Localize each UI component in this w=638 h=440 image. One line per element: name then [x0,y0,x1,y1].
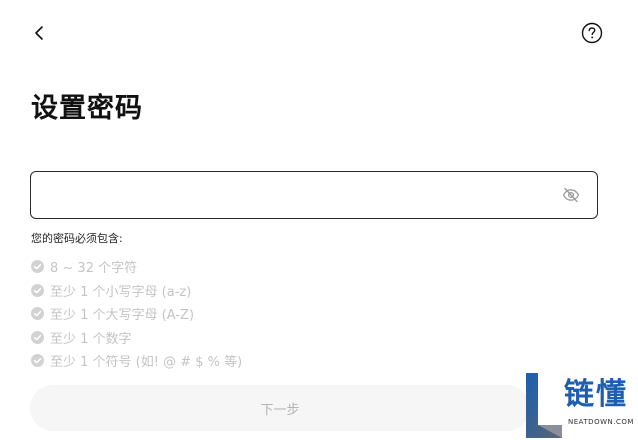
watermark-text: 链懂 [564,377,628,412]
requirement-label: 8 ~ 32 个字符 [50,261,138,277]
requirements-list: 8 ~ 32 个字符 至少 1 个小写字母 (a-z) 至少 1 个大写字母 (… [31,255,242,373]
requirement-label: 至少 1 个符号 (如! @ # $ % 等) [50,355,243,371]
help-button[interactable] [580,21,604,45]
page-title: 设置密码 [31,93,143,124]
watermark-subtext: NEATDOWN.COM [568,418,634,426]
requirement-label: 至少 1 个大写字母 (A-Z) [50,308,195,324]
requirements-heading: 您的密码必须包含: [31,232,123,245]
back-button[interactable] [26,20,52,46]
requirement-item: 至少 1 个小写字母 (a-z) [31,279,242,303]
requirement-item: 8 ~ 32 个字符 [31,255,242,279]
toggle-visibility-button[interactable] [561,185,581,205]
check-circle-icon [31,307,44,321]
next-button[interactable]: 下一步 [30,385,530,431]
check-circle-icon [31,330,44,344]
question-circle-icon [581,22,603,44]
requirement-item: 至少 1 个符号 (如! @ # $ % 等) [31,349,242,373]
requirement-label: 至少 1 个数字 [50,331,132,347]
eye-off-icon [562,187,580,203]
password-field[interactable] [30,171,598,219]
requirement-item: 至少 1 个数字 [31,326,242,350]
password-input[interactable] [43,180,547,212]
l-logo-icon [526,373,562,438]
check-circle-icon [31,260,44,274]
chevron-left-icon [35,26,43,40]
check-circle-icon [31,283,44,297]
watermark-logo: 链懂 NEATDOWN.COM [522,371,638,440]
check-circle-icon [31,354,44,368]
requirement-item: 至少 1 个大写字母 (A-Z) [31,302,242,326]
requirement-label: 至少 1 个小写字母 (a-z) [50,284,192,300]
